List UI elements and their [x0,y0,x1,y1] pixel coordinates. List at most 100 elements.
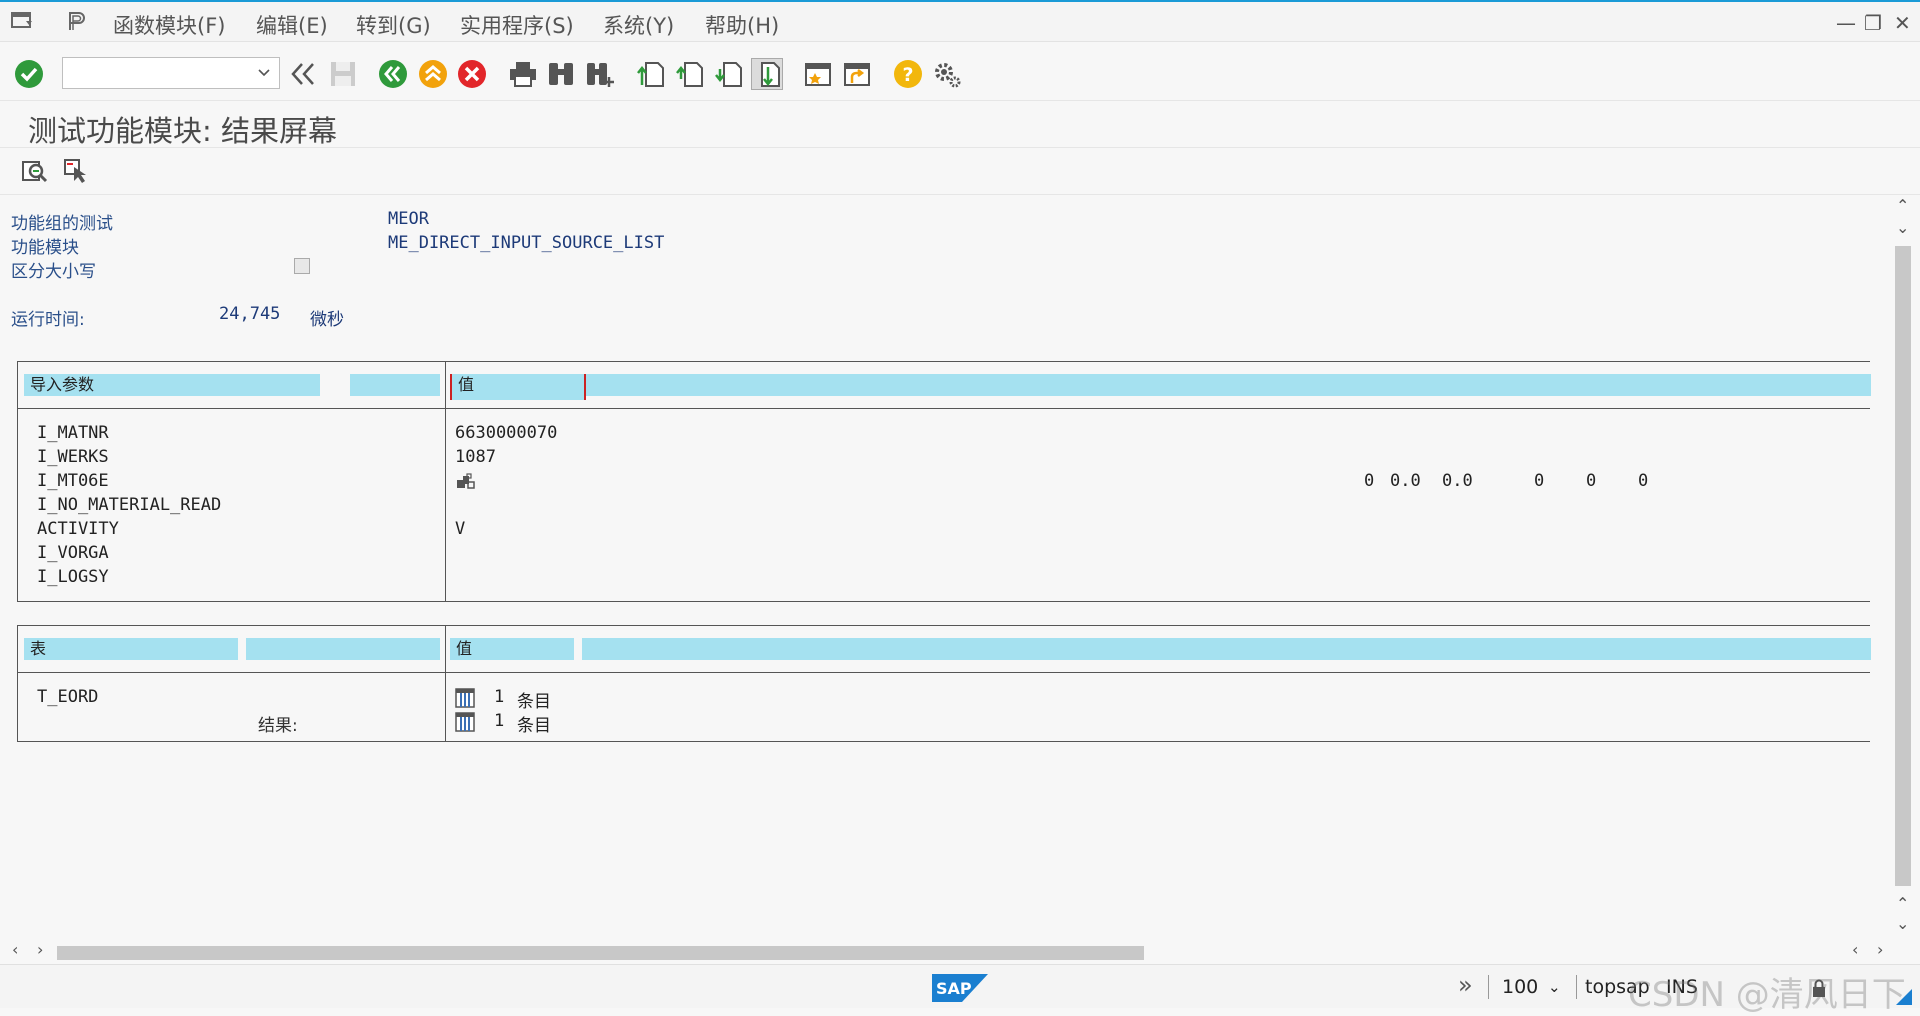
scroll-up-icon[interactable]: ⌃ [1896,196,1909,215]
header-import-parameters: 导入参数 [24,374,320,396]
horizontal-scroll-thumb[interactable] [57,946,1144,960]
save-icon[interactable] [328,59,358,89]
status-bar: SAP » 100 ⌄ topsap INS CSDN @清风日下 [0,964,1920,1015]
result-content: 功能组的测试 MEOR 功能模块 ME_DIRECT_INPUT_SOURCE_… [0,196,1890,938]
menu-bar: 函数模块(F) 编辑(E) 转到(G) 实用程序(S) 系统(Y) 帮助(H) … [0,0,1920,42]
menu-goto[interactable]: 转到(G) [356,10,431,40]
scroll-left-icon[interactable]: ‹ [1852,940,1858,959]
menu-edit[interactable]: 编辑(E) [256,10,328,40]
case-sensitive-checkbox[interactable] [294,258,310,274]
menu-utilities[interactable]: 实用程序(S) [460,10,574,40]
new-session-icon[interactable] [803,59,833,89]
runtime-unit: 微秒 [310,310,344,330]
result-label: 结果: [258,716,298,736]
mt06e-extra-value: 0 [1586,471,1597,491]
previous-page-icon[interactable] [675,59,705,89]
entry-unit: 条目 [517,692,551,712]
standard-toolbar: ? [0,43,1920,101]
header-blank [582,638,1871,660]
tables-grid: 表 值 T_EORD 结果: 1 条目 1 条目 [17,625,1871,742]
structure-icon[interactable] [455,472,477,498]
sap-logo-icon: SAP [932,974,988,1006]
lock-icon [1812,979,1826,1001]
back-double-chevron-icon[interactable] [288,59,318,89]
entry-count: 1 [494,711,505,731]
debugging-icon[interactable] [20,157,48,189]
header-blank [350,374,440,396]
param-value: V [455,519,466,539]
scroll-down-icon[interactable]: ⌄ [1896,218,1909,237]
last-page-icon[interactable] [751,58,783,90]
customize-layout-icon[interactable] [932,59,962,89]
zoom-level[interactable]: 100 [1502,976,1538,998]
print-icon[interactable] [508,59,538,89]
select-cursor-icon[interactable] [62,157,90,189]
scroll-right-icon[interactable]: › [37,940,43,959]
menu-function-module[interactable]: 函数模块(F) [113,10,225,40]
mt06e-extra-value: 0 [1638,471,1649,491]
header-value: 值 [450,638,574,660]
param-name: I_LOGSY [37,567,109,587]
command-input[interactable] [63,58,253,86]
param-name: I_NO_MATERIAL_READ [37,495,222,515]
minimize-button[interactable]: — [1836,11,1856,35]
expand-status-icon[interactable]: » [1458,971,1473,999]
page-title: 测试功能模块: 结果屏幕 [28,114,337,148]
mt06e-extra-value: 0.0 [1442,471,1473,491]
vertical-scroll-thumb[interactable] [1895,246,1911,886]
param-name: I_MT06E [37,471,109,491]
close-button[interactable]: ✕ [1894,11,1911,35]
menu-system[interactable]: 系统(Y) [603,10,674,40]
function-module-value: ME_DIRECT_INPUT_SOURCE_LIST [388,233,665,253]
chevron-down-icon[interactable] [257,64,271,83]
param-name: ACTIVITY [37,519,119,539]
table-icon[interactable] [455,712,475,736]
entry-count: 1 [494,687,505,707]
vertical-scrollbar[interactable]: ⌃ ⌄ ⌃ ⌄ [1893,196,1913,938]
svg-text:SAP: SAP [936,979,972,998]
function-group-value: MEOR [388,209,429,229]
back-icon[interactable] [378,59,408,89]
mt06e-extra-value: 0.0 [1390,471,1421,491]
scroll-right-icon[interactable]: › [1877,940,1883,959]
header-value-band: 值 [450,374,1871,400]
first-page-icon[interactable] [636,59,666,89]
header-value[interactable]: 值 [450,374,586,400]
help-icon[interactable]: ? [893,59,923,89]
scroll-left-icon[interactable]: ‹ [12,940,18,959]
watermark: CSDN @清风日下 [1628,975,1906,1015]
case-sensitive-label: 区分大小写 [11,262,96,282]
chevron-down-icon[interactable]: ⌄ [1548,978,1561,996]
title-bar: 测试功能模块: 结果屏幕 [0,102,1920,148]
menu-help[interactable]: 帮助(H) [705,10,779,40]
header-table: 表 [24,638,238,660]
exit-icon[interactable] [418,59,448,89]
restore-button[interactable]: ❐ [1864,11,1882,35]
param-value: 6630000070 [455,423,558,443]
check-icon[interactable] [14,59,44,89]
entry-unit: 条目 [517,716,551,736]
application-toolbar [0,149,1920,195]
resize-grip-icon[interactable] [1896,989,1912,1009]
runtime-label: 运行时间: [11,310,85,330]
horizontal-scrollbar[interactable]: ‹ › ‹ › [0,940,1920,962]
find-next-icon[interactable] [585,59,615,89]
user-menu-icon[interactable] [64,10,88,36]
command-field[interactable] [62,57,280,89]
scroll-up-icon[interactable]: ⌃ [1896,894,1909,913]
mt06e-extra-value: 0 [1534,471,1545,491]
table-icon[interactable] [455,688,475,712]
system-menu-icon[interactable] [10,10,34,36]
param-value: 1087 [455,447,496,467]
next-page-icon[interactable] [714,59,744,89]
param-name: I_VORGA [37,543,109,563]
find-icon[interactable] [546,59,576,89]
svg-text:?: ? [902,64,913,86]
function-group-label: 功能组的测试 [11,214,113,234]
shortcut-icon[interactable] [842,59,872,89]
scroll-down-icon[interactable]: ⌄ [1896,914,1909,933]
table-name: T_EORD [37,687,99,707]
runtime-value: 24,745 [219,304,281,324]
mt06e-extra-value: 0 [1364,471,1375,491]
cancel-icon[interactable] [457,59,487,89]
